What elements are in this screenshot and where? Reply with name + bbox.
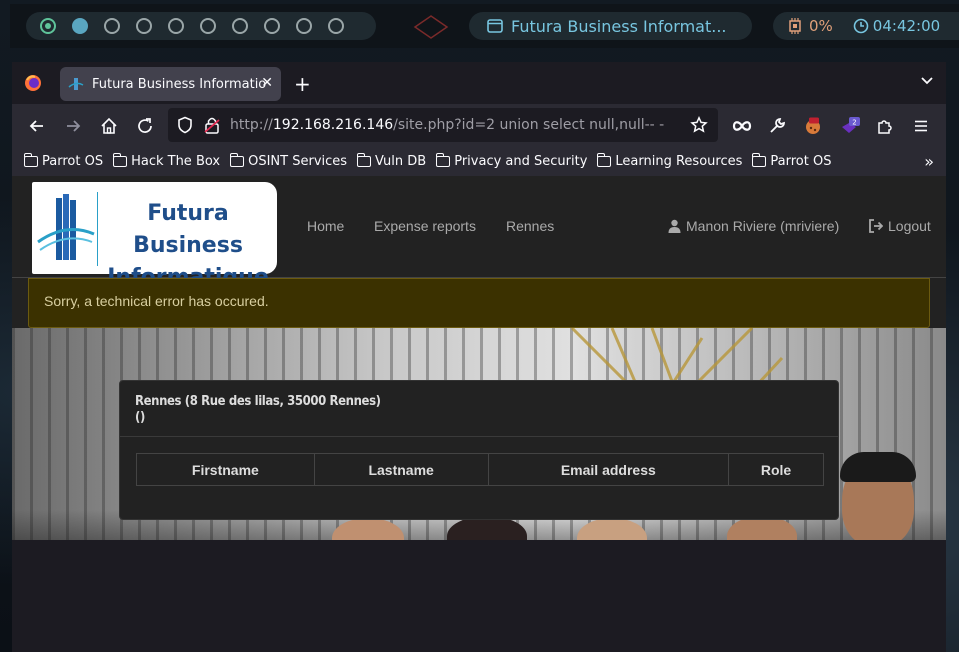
employees-table: Firstname Lastname Email address Role — [136, 453, 824, 486]
table-header-row: Firstname Lastname Email address Role — [136, 453, 824, 486]
clock-time: 04:42:00 — [872, 17, 941, 35]
bookmark-folder[interactable]: Hack The Box — [112, 152, 220, 169]
home-icon — [101, 117, 117, 134]
close-tab-icon[interactable]: ✕ — [261, 75, 273, 91]
workspace-8[interactable] — [264, 18, 280, 34]
workspace-6[interactable] — [200, 18, 216, 34]
nav-rennes[interactable]: Rennes — [506, 218, 554, 234]
panel-heading: Rennes (8 Rue des lilas, 35000 Rennes) (… — [120, 381, 838, 437]
folder-icon — [23, 152, 38, 167]
cpu-usage: 0% — [809, 17, 833, 35]
forward-button[interactable] — [64, 117, 82, 135]
user-icon — [668, 219, 681, 233]
url-host: 192.168.216.146 — [272, 117, 394, 133]
home-button[interactable] — [100, 117, 118, 135]
bookmarks-toolbar: Parrot OS Hack The Box OSINT Services Vu… — [12, 146, 946, 176]
workspace-switcher[interactable] — [26, 12, 376, 40]
nav-logout[interactable]: Logout — [868, 218, 931, 234]
extensions-button[interactable] — [876, 117, 894, 135]
firefox-window: Futura Business Informatio ✕ + http://19… — [12, 62, 946, 540]
bookmark-folder[interactable]: OSINT Services — [229, 152, 347, 169]
bookmark-folder[interactable]: Parrot OS — [751, 152, 831, 169]
site-favicon-icon — [68, 78, 84, 90]
tab-futura[interactable]: Futura Business Informatio ✕ — [60, 67, 281, 101]
url-scheme: http:// — [230, 117, 273, 133]
column-firstname: Firstname — [136, 453, 315, 486]
private-mask-button[interactable] — [732, 117, 752, 135]
url-path: /site.php?id=2 union select null,null-- … — [393, 117, 665, 133]
infinity-icon — [732, 121, 752, 131]
app-menu-button[interactable] — [912, 117, 930, 135]
nav-expense-reports[interactable]: Expense reports — [374, 218, 476, 234]
bookmark-star-icon[interactable] — [690, 116, 708, 134]
folder-icon — [229, 152, 245, 167]
tab-bar: Futura Business Informatio ✕ + — [12, 62, 946, 104]
panel-subtitle: () — [135, 410, 145, 425]
puzzle-icon — [878, 120, 892, 134]
page-bottom-area — [12, 540, 946, 652]
clock[interactable]: 04:42:00 — [853, 17, 940, 35]
wrench-icon — [770, 118, 785, 133]
workspace-1[interactable] — [40, 18, 56, 34]
tab-title: Futura Business Informatio — [92, 76, 267, 92]
url-bar[interactable]: http://192.168.216.146/site.php?id=2 uni… — [168, 108, 718, 142]
clock-icon — [853, 18, 869, 34]
cookie-extension-icon — [806, 117, 820, 134]
logout-icon — [869, 219, 883, 233]
arrow-right-icon — [67, 120, 81, 132]
bookmark-folder[interactable]: Parrot OS — [23, 152, 103, 169]
arrow-left-icon — [29, 120, 43, 132]
shield-icon[interactable] — [176, 116, 194, 134]
workspace-7[interactable] — [232, 18, 248, 34]
insecure-lock-icon[interactable] — [204, 116, 220, 134]
site-logo[interactable]: Futura Business Informatique — [32, 182, 277, 290]
workspace-10[interactable] — [328, 18, 344, 34]
nav-bar: http://192.168.216.146/site.php?id=2 uni… — [12, 104, 946, 146]
nav-user-profile[interactable]: Manon Riviere (mriviere) — [668, 218, 839, 234]
extension-button-1[interactable] — [804, 117, 822, 135]
new-tab-button[interactable]: + — [294, 72, 311, 96]
folder-icon — [435, 152, 451, 167]
extension-badge-count: 2 — [852, 119, 856, 127]
column-role: Role — [728, 453, 824, 486]
firefox-icon[interactable] — [24, 74, 42, 92]
system-tray: 0% 04:42:00 — [773, 12, 959, 40]
column-email: Email address — [487, 453, 730, 486]
bookmark-folder[interactable]: Vuln DB — [356, 152, 426, 169]
list-all-tabs-icon[interactable] — [920, 74, 934, 88]
workspace-9[interactable] — [296, 18, 312, 34]
extension-badge-icon: 2 — [842, 117, 860, 133]
taskbar-window-title: Futura Business Informat... — [511, 16, 727, 36]
nav-home[interactable]: Home — [307, 218, 344, 234]
devtools-button[interactable] — [768, 117, 786, 135]
bookmark-folder[interactable]: Learning Resources — [596, 152, 742, 169]
column-lastname: Lastname — [313, 453, 489, 486]
bookmark-folder[interactable]: Privacy and Security — [435, 152, 587, 169]
reload-button[interactable] — [136, 117, 154, 135]
taskbar-window-button[interactable]: Futura Business Informat... — [469, 12, 752, 40]
folder-icon — [356, 152, 372, 167]
reload-icon — [138, 118, 152, 133]
workspace-4[interactable] — [136, 18, 152, 34]
site-navbar: Futura Business Informatique Home Expens… — [12, 176, 946, 290]
cpu-icon — [789, 18, 801, 34]
error-alert: Sorry, a technical error has occured. — [28, 278, 930, 328]
workspace-2[interactable] — [72, 18, 88, 34]
site-info-panel: Rennes (8 Rue des lilas, 35000 Rennes) (… — [119, 380, 839, 520]
folder-icon — [596, 152, 612, 167]
parrot-logo-icon[interactable] — [413, 14, 449, 40]
folder-icon — [751, 152, 767, 167]
folder-icon — [112, 152, 128, 167]
panel-title: Rennes (8 Rue des lilas, 35000 Rennes) — [135, 394, 381, 409]
extension-button-2[interactable]: 2 — [840, 117, 860, 135]
building-logo-icon — [37, 194, 95, 260]
back-button[interactable] — [28, 117, 46, 135]
hamburger-menu-icon — [915, 120, 927, 132]
workspace-5[interactable] — [168, 18, 184, 34]
more-bookmarks-chevron-icon[interactable]: » — [924, 152, 934, 171]
workspace-3[interactable] — [104, 18, 120, 34]
top-panel: Futura Business Informat... 0% 04:42:00 — [10, 4, 959, 48]
window-icon — [487, 19, 503, 33]
web-page: Futura Business Informatique Home Expens… — [12, 176, 946, 540]
